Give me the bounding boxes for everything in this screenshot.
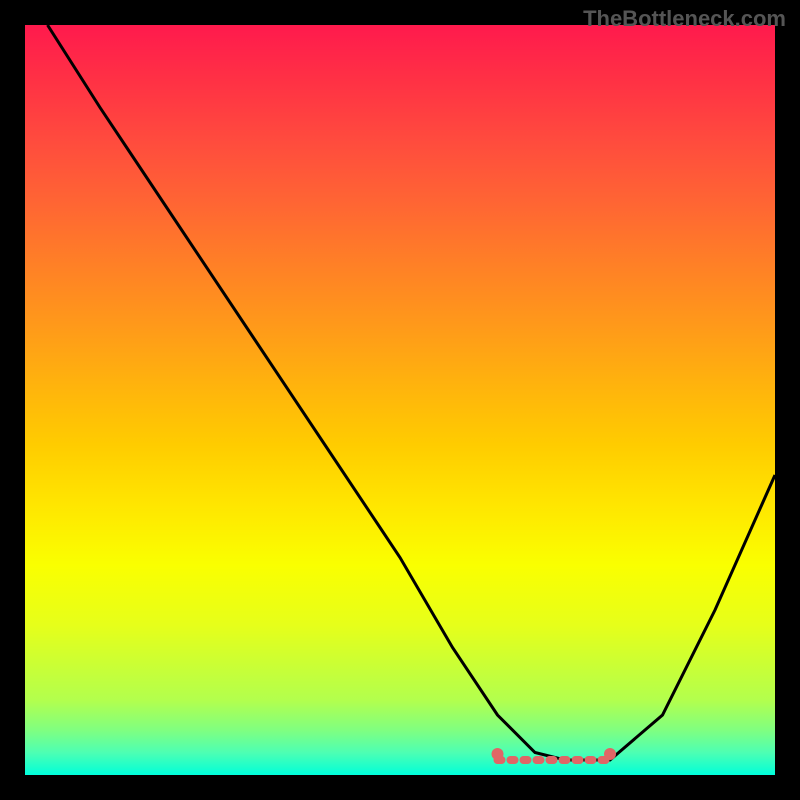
optimal-start-dot [492, 748, 504, 760]
bottleneck-curve [48, 25, 776, 760]
optimal-end-dot [604, 748, 616, 760]
chart-svg [25, 25, 775, 775]
chart-plot-area [25, 25, 775, 775]
watermark-text: TheBottleneck.com [583, 6, 786, 32]
